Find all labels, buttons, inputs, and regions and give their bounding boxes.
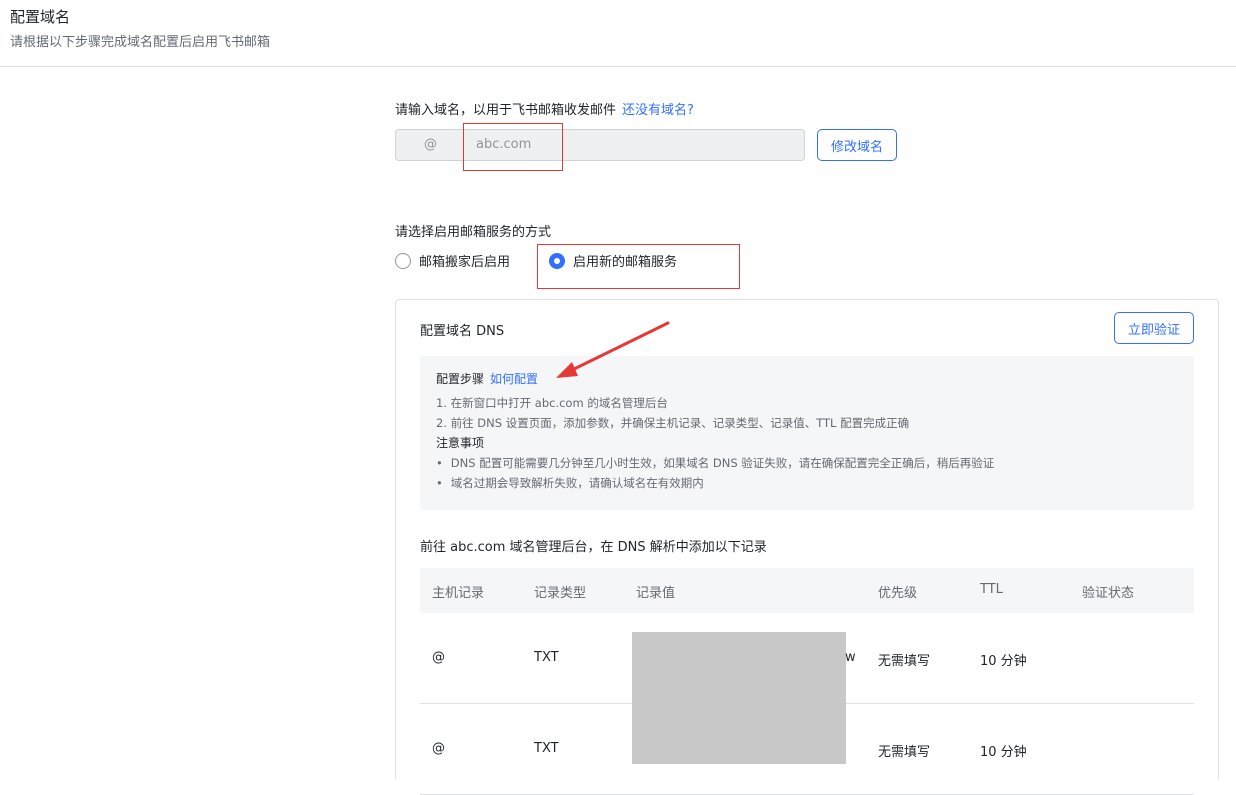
cell-priority: 无需填写 [878,654,931,669]
no-domain-link[interactable]: 还没有域名? [622,103,694,118]
cell-host: @ [432,741,445,756]
cell-ttl: 10 分钟 [980,654,1027,669]
table-header: 主机记录 记录类型 记录值 优先级 TTL 验证状态 [420,568,1194,613]
th-type: 记录类型 [534,586,587,601]
radio-new-service-label: 启用新的邮箱服务 [573,255,678,270]
domain-value: abc.com [476,137,532,152]
redaction-block [632,632,846,764]
step-item: 1. 在新窗口中打开 abc.com 的域名管理后台 [436,396,668,410]
stray-char: w [845,650,856,665]
note-item: 域名过期会导致解析失败，请确认域名在有效期内 [436,473,1178,493]
cell-host: @ [432,650,445,665]
steps-header: 配置步骤 如何配置 [436,370,1178,387]
domain-input: @ abc.com [395,129,805,161]
verify-now-button[interactable]: 立即验证 [1114,312,1194,344]
cell-type: TXT [534,650,559,665]
th-ttl: TTL [980,582,1003,597]
th-host: 主机记录 [432,586,485,601]
annotation-arrow-icon [556,321,670,378]
page-subtitle: 请根据以下步骤完成域名配置后启用飞书邮箱 [10,35,271,50]
cell-type: TXT [534,741,559,756]
radio-new-service-circle[interactable] [549,252,565,269]
edit-domain-button[interactable]: 修改域名 [817,129,897,161]
radio-migrate[interactable]: 邮箱搬家后启用 [395,251,510,270]
input-divider [463,130,464,160]
records-intro: 前往 abc.com 域名管理后台，在 DNS 解析中添加以下记录 [420,540,767,555]
th-value: 记录值 [636,586,676,601]
config-steps-box: 配置步骤 如何配置 1. 在新窗口中打开 abc.com 的域名管理后台 2. 前… [420,356,1194,510]
radio-new-service[interactable]: 启用新的邮箱服务 [549,251,677,270]
domain-label-text: 请输入域名，以用于飞书邮箱收发邮件 [395,103,617,118]
at-symbol: @ [424,137,437,152]
radio-migrate-label: 邮箱搬家后启用 [419,255,511,270]
note-item: DNS 配置可能需要几分钟至几小时生效，如果域名 DNS 验证失败，请在确保配置… [436,453,1178,473]
cell-ttl: 10 分钟 [980,745,1027,760]
dns-panel-title: 配置域名 DNS [420,324,505,339]
how-to-configure-link[interactable]: 如何配置 [490,372,538,386]
service-label: 请选择启用邮箱服务的方式 [395,225,552,240]
page-header: 配置域名 请根据以下步骤完成域名配置后启用飞书邮箱 [0,0,1236,67]
cell-priority: 无需填写 [878,745,931,760]
th-status: 验证状态 [1082,586,1135,601]
page-title: 配置域名 [10,8,71,26]
notes-title: 注意事项 [436,436,485,450]
th-priority: 优先级 [878,586,918,601]
step-item: 2. 前往 DNS 设置页面，添加参数，并确保主机记录、记录类型、记录值、TTL… [436,416,910,430]
radio-migrate-circle[interactable] [395,252,411,269]
domain-label: 请输入域名，以用于飞书邮箱收发邮件 还没有域名? [395,99,694,118]
steps-title: 配置步骤 [436,372,485,386]
